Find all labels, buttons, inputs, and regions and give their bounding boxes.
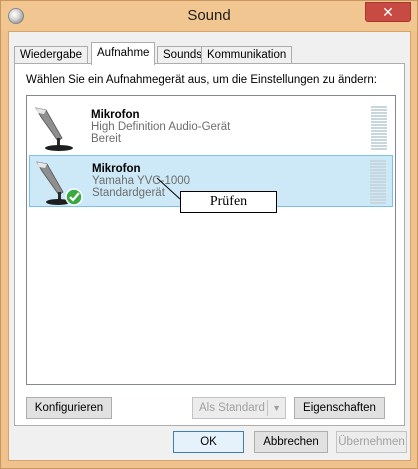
- level-meter: [371, 106, 387, 150]
- list-item[interactable]: Mikrofon High Definition Audio-Gerät Ber…: [29, 102, 393, 154]
- level-meter: [370, 160, 386, 204]
- sound-dialog: Sound ✕ Wiedergabe Aufnahme Sounds Kommu…: [0, 0, 418, 469]
- instruction-text: Wählen Sie ein Aufnahmegerät aus, um die…: [26, 74, 377, 86]
- dialog-client-area: Wiedergabe Aufnahme Sounds Kommunikation…: [8, 31, 411, 461]
- title-bar[interactable]: Sound ✕: [1, 1, 417, 31]
- split-divider: [267, 400, 268, 416]
- device-status: Bereit: [91, 133, 122, 145]
- window-title: Sound: [187, 7, 231, 24]
- device-list[interactable]: Mikrofon High Definition Audio-Gerät Ber…: [26, 95, 396, 385]
- set-default-label: Als Standard: [199, 402, 265, 414]
- tab-aufnahme[interactable]: Aufnahme: [91, 42, 156, 65]
- close-button[interactable]: ✕: [365, 2, 411, 22]
- cancel-button[interactable]: Abbrechen: [254, 431, 328, 453]
- tab-panel-aufnahme: Wählen Sie ein Aufnahmegerät aus, um die…: [14, 63, 405, 426]
- tab-kommunikation[interactable]: Kommunikation: [201, 46, 293, 64]
- set-default-button[interactable]: Als Standard ▼: [192, 397, 286, 419]
- device-name: Mikrofon: [92, 163, 141, 175]
- configure-button[interactable]: Konfigurieren: [26, 397, 112, 419]
- microphone-icon: [36, 161, 83, 206]
- chevron-down-icon[interactable]: ▼: [272, 398, 281, 418]
- properties-button[interactable]: Eigenschaften: [294, 397, 385, 419]
- ok-button[interactable]: OK: [173, 431, 244, 453]
- callout-label: Prüfen: [180, 191, 277, 213]
- device-status: Standardgerät: [92, 187, 165, 199]
- device-name: Mikrofon: [91, 109, 140, 121]
- microphone-icon: [35, 107, 73, 151]
- tab-wiedergabe[interactable]: Wiedergabe: [14, 46, 89, 64]
- list-item-selected[interactable]: Mikrofon Yamaha YVC-1000 Standardgerät P…: [29, 155, 393, 213]
- apply-button[interactable]: Übernehmen: [336, 431, 407, 453]
- device-description: High Definition Audio-Gerät: [91, 121, 231, 133]
